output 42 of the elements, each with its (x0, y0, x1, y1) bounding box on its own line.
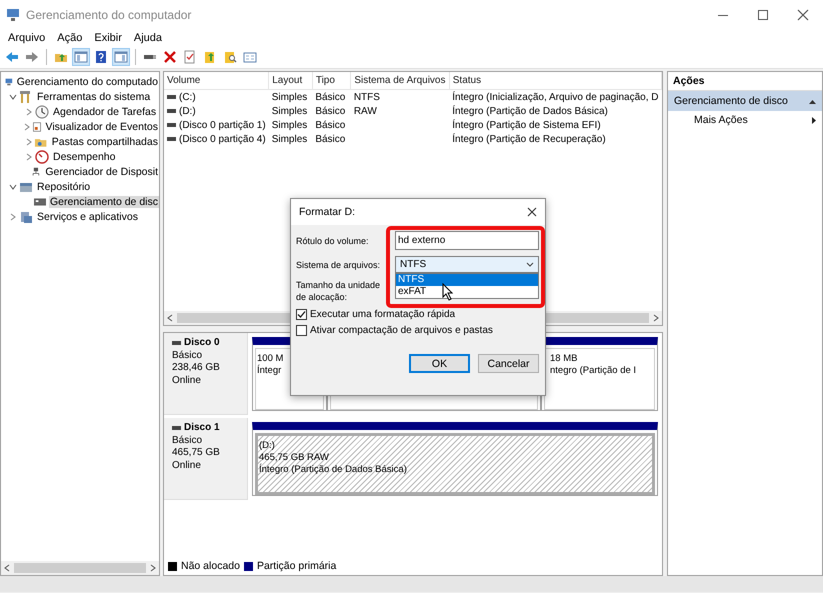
legend-label: Partição primária (256, 560, 336, 572)
disk-detail: 465,75 GB (172, 447, 221, 460)
checkbox-label: Executar uma formatação rápida (310, 309, 456, 320)
table-cell: (Disco 0 partição 1) (179, 120, 266, 130)
partition-text: ntegro (Partição de I (550, 365, 638, 377)
partition-text: Íntegr (257, 365, 282, 377)
disk-detail: Básico (172, 434, 204, 447)
table-cell: Íntegro (Inicialização, Arquivo de paginação, D (452, 92, 658, 102)
table-cell: (C:) (179, 92, 196, 102)
partition-text: 18 MB (550, 353, 578, 365)
window-title: Gerenciamento do computador (26, 8, 192, 22)
disk-detail: Online (172, 374, 202, 387)
table-cell: Íntegro (Partição de Sistema EFI) (452, 120, 601, 130)
table-cell: Simples (272, 120, 308, 130)
table-cell: Simples (272, 106, 308, 116)
partition-text: Íntegro (Partição de Dados Básica) (259, 464, 408, 476)
disk-detail: Online (172, 460, 202, 472)
partition-text: 100 M (257, 353, 284, 364)
table-cell: Básico (315, 106, 346, 116)
disk-detail: Básico (172, 350, 204, 362)
disk-name: Disco 1 (184, 422, 220, 434)
table-cell: Básico (315, 92, 346, 102)
dialog-title: Formatar D: (299, 206, 356, 218)
table-cell: Íntegro (Partição de Recuperação) (452, 134, 606, 144)
disk-detail: 238,46 GB (172, 362, 221, 374)
table-cell: Simples (272, 134, 308, 144)
table-cell: Básico (315, 120, 346, 130)
table-cell: Íntegro (Partição de Dados Básica) (452, 106, 608, 116)
table-cell: Simples (272, 92, 308, 102)
partition-text: (D:) (259, 440, 276, 452)
partition-text: 465,75 GB RAW (259, 452, 330, 464)
table-cell: NTFS (354, 92, 380, 102)
table-cell: Básico (315, 134, 346, 144)
table-cell: (D:) (179, 106, 196, 116)
table-cell: RAW (354, 106, 377, 116)
field-label: Rótulo do volume: (296, 236, 370, 246)
table-cell: (Disco 0 partição 4) (179, 134, 266, 144)
field-label: Sistema de arquivos: (296, 260, 382, 270)
checkbox-label: Ativar compactação de arquivos e pastas (310, 325, 493, 336)
legend-label: Não alocado (181, 560, 240, 572)
field-label: Tamanho da unidade de alocação: (296, 279, 382, 303)
disk-name: Disco 0 (184, 337, 220, 350)
